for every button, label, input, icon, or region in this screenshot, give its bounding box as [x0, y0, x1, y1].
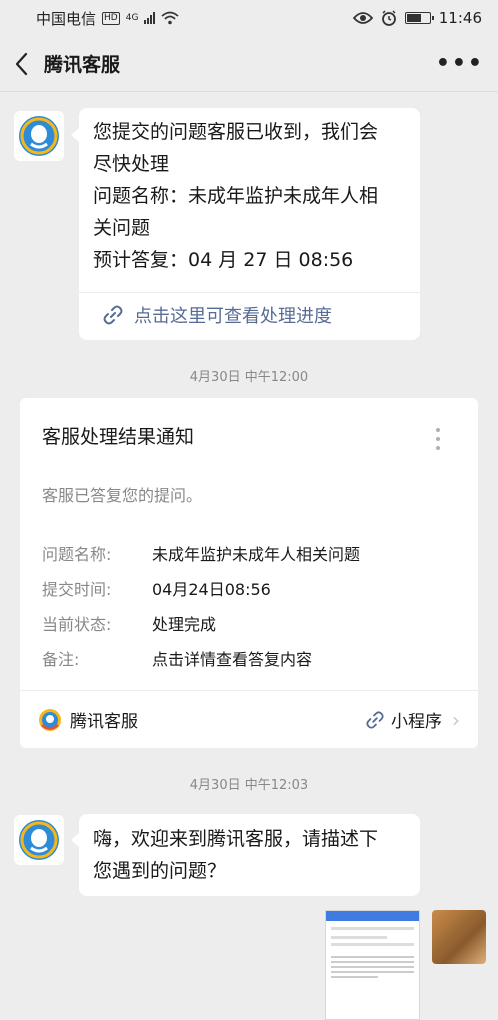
- eye-icon: [352, 12, 373, 24]
- tencent-service-logo-icon: [19, 820, 59, 860]
- card-row-key: 当前状态:: [42, 615, 112, 634]
- card-row-key: 备注:: [42, 650, 80, 669]
- service-result-card[interactable]: 客服处理结果通知 客服已答复您的提问。 问题名称: 未成年监护未成年人相关问题 …: [20, 398, 478, 748]
- bubble-tail: [71, 833, 79, 847]
- avatar[interactable]: [14, 815, 64, 865]
- message-bubble: 嗨，欢迎来到腾讯客服，请描述下 您遇到的问题？: [79, 814, 420, 896]
- chevron-left-icon[interactable]: [14, 52, 28, 76]
- card-row-value: 未成年监护未成年人相关问题: [152, 545, 361, 564]
- card-row: 当前状态: 处理完成: [42, 611, 216, 635]
- bubble-divider: [79, 292, 420, 293]
- hd-icon: HD: [102, 11, 120, 25]
- user-avatar[interactable]: [432, 910, 486, 964]
- more-options-button[interactable]: •••: [436, 51, 484, 76]
- chat-header: 腾讯客服 •••: [0, 36, 498, 92]
- chevron-right-icon: ›: [452, 707, 460, 732]
- message-line: 关问题: [93, 217, 151, 239]
- tencent-service-logo-icon: [19, 116, 59, 156]
- view-progress-label: 点击这里可查看处理进度: [134, 306, 332, 327]
- avatar[interactable]: [14, 111, 64, 161]
- mini-program-label: 小程序: [391, 712, 442, 732]
- message-line: 您遇到的问题？: [93, 860, 227, 882]
- status-right: 11:46: [352, 9, 482, 27]
- card-subtitle: 客服已答复您的提问。: [42, 486, 203, 505]
- card-row: 提交时间: 04月24日08:56: [42, 576, 271, 600]
- card-title: 客服处理结果通知: [42, 426, 195, 448]
- network-label: 4G: [125, 13, 139, 23]
- carrier-label: 中国电信: [36, 9, 97, 28]
- message-timestamp: 4月30日 中午12:03: [189, 778, 309, 793]
- card-row-value: 04月24日08:56: [152, 580, 271, 599]
- sent-screenshot-image[interactable]: [325, 910, 420, 1020]
- card-row-value: 点击详情查看答复内容: [152, 650, 313, 669]
- view-progress-link[interactable]: 点击这里可查看处理进度: [102, 302, 332, 328]
- message-line: 嗨，欢迎来到腾讯客服，请描述下: [93, 828, 379, 850]
- link-icon: [103, 305, 123, 325]
- mini-program-icon: [366, 710, 384, 729]
- card-row-key: 提交时间:: [42, 580, 112, 599]
- card-footer[interactable]: 腾讯客服 小程序 ›: [20, 690, 478, 748]
- message-line: 尽快处理: [93, 153, 170, 175]
- battery-icon: [404, 12, 434, 24]
- card-row-value: 处理完成: [152, 615, 217, 634]
- card-more-icon[interactable]: [436, 428, 440, 450]
- chat-title: 腾讯客服: [44, 54, 121, 76]
- message-line: 预计答复：04 月 27 日 08:56: [93, 249, 354, 271]
- signal-icon: [144, 12, 156, 24]
- card-row: 备注: 点击详情查看答复内容: [42, 646, 312, 670]
- status-left: 中国电信 HD 4G: [36, 8, 180, 29]
- status-bar: 中国电信 HD 4G 11:46: [0, 0, 498, 36]
- clock-time: 11:46: [438, 9, 482, 27]
- wifi-icon: [161, 11, 180, 25]
- message-timestamp: 4月30日 中午12:00: [189, 370, 309, 385]
- alarm-icon: [381, 10, 396, 26]
- mini-program-app-name: 腾讯客服: [70, 712, 138, 732]
- message-line: 您提交的问题客服已收到，我们会: [93, 121, 379, 143]
- message-line: 问题名称：未成年监护未成年人相: [93, 185, 379, 207]
- bubble-tail: [71, 128, 79, 142]
- card-row-key: 问题名称:: [42, 545, 112, 564]
- tencent-service-small-logo-icon: [39, 708, 61, 731]
- card-row: 问题名称: 未成年监护未成年人相关问题: [42, 541, 360, 565]
